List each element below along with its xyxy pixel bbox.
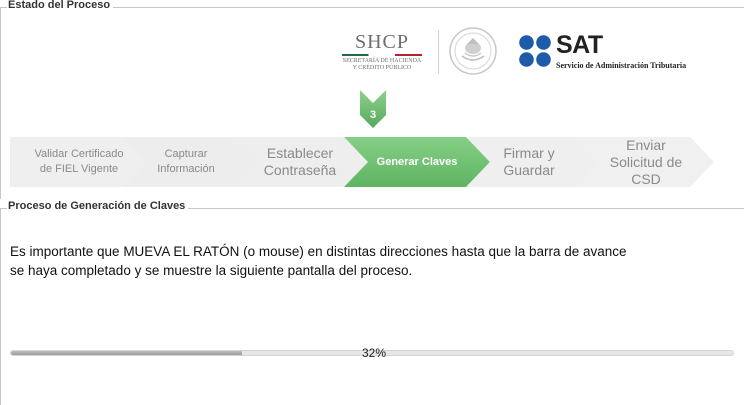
step-6-line1: Enviar (626, 136, 666, 153)
shcp-logo: SHCP SECRETARÍA DE HACIENDA Y CRÉDITO PÚ… (338, 32, 426, 78)
sat-logo: SAT Servicio de Administración Tributari… (518, 31, 703, 72)
step-1-line1: Validar Certificado (34, 148, 124, 160)
step-3-line2: Contraseña (263, 162, 337, 178)
proceso-generacion-section: Proceso de Generación de Claves (0, 200, 744, 405)
progress-percentage: 32% (361, 346, 387, 360)
sat-logo-icon (519, 35, 551, 67)
sat-logo-subtitle: Servicio de Administración Tributaria (556, 61, 687, 70)
step-validar-certificado: Validar Certificado de FIEL Vigente (10, 137, 148, 187)
step-2-line2: Información (157, 163, 215, 175)
step-establecer-contrasena: Establecer Contraseña (254, 137, 346, 187)
step-4-line1: Generar Claves (376, 155, 458, 168)
step-generar-claves-active: Generar Claves (372, 137, 462, 187)
step-5-line2: Guardar (503, 162, 555, 178)
national-seal-icon (449, 27, 497, 75)
section-title-proceso: Proceso de Generación de Claves (7, 200, 189, 212)
shcp-logo-subtitle: SECRETARÍA DE HACIENDA Y CRÉDITO PÚBLICO (338, 58, 426, 72)
step-5-line1: Firmar y (503, 145, 555, 161)
shcp-logo-text: SHCP (354, 31, 410, 53)
step-capturar-informacion: Capturar Información (145, 137, 227, 187)
step-6-line2: Solicitud de (609, 153, 683, 170)
instructions-text: Es importante que MUEVA EL RATÓN (o mous… (10, 242, 730, 280)
step-1-line2: de FIEL Vigente (39, 163, 119, 175)
shcp-sub-line1: SECRETARÍA DE HACIENDA (342, 58, 422, 64)
sat-logo-text: SAT (556, 31, 603, 59)
section-title-estado: Estado del Proceso (7, 0, 114, 11)
instructions-line1: Es importante que MUEVA EL RATÓN (o mous… (10, 244, 627, 259)
step-firmar-guardar: Firmar y Guardar (488, 137, 570, 187)
step-2-line1: Capturar (164, 148, 208, 160)
instructions-line2: se haya completado y se muestre la sigui… (10, 263, 413, 278)
step-6-line3: CSD (631, 170, 661, 187)
shcp-sub-line2: Y CRÉDITO PÚBLICO (352, 65, 412, 71)
current-step-number: 3 (369, 109, 377, 121)
step-3-line1: Establecer (266, 145, 334, 161)
step-enviar-solicitud: Enviar Solicitud de CSD (600, 130, 692, 194)
logo-divider (438, 30, 439, 74)
shcp-flag-rule (342, 54, 422, 56)
progress-bar-fill (11, 351, 243, 355)
